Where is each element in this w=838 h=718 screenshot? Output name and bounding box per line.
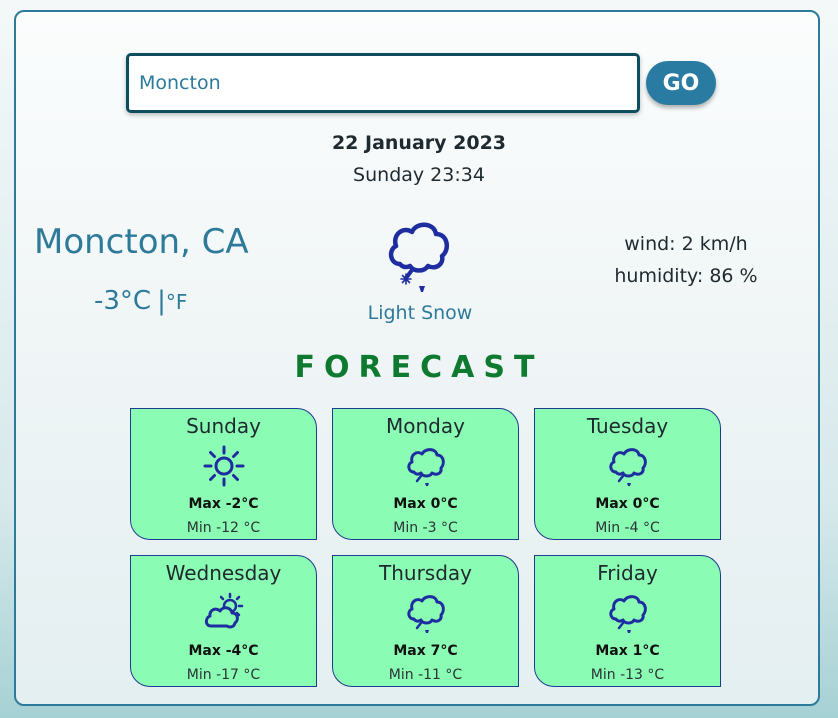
weather-card: GO 22 January 2023 Sunday 23:34 Moncton,… xyxy=(14,10,820,706)
city-search-input[interactable] xyxy=(126,53,640,113)
snow-cloud-icon xyxy=(609,448,647,486)
sun-icon xyxy=(203,445,245,487)
current-temperature: -3°C |°F xyxy=(94,286,187,316)
forecast-card-monday: Monday Max 0°C Min -3 °C xyxy=(332,408,519,540)
snow-cloud-icon xyxy=(407,595,445,633)
search-bar: GO xyxy=(126,53,726,113)
current-day-time: Sunday 23:34 xyxy=(353,164,485,186)
forecast-card-wednesday: Wednesday Max -4°C Min -17 °C xyxy=(130,555,317,687)
forecast-day: Wednesday xyxy=(165,561,282,585)
forecast-title: FORECAST xyxy=(294,350,544,385)
humidity: humidity: 86 % xyxy=(614,265,758,287)
forecast-day: Friday xyxy=(597,561,658,585)
forecast-day: Tuesday xyxy=(586,414,669,438)
wind-speed: wind: 2 km/h xyxy=(624,233,748,255)
forecast-max: Max 1°C xyxy=(595,643,660,659)
snow-cloud-icon xyxy=(407,448,445,486)
forecast-card-thursday: Thursday Max 7°C Min -11 °C xyxy=(332,555,519,687)
forecast-min: Min -4 °C xyxy=(595,520,660,536)
forecast-min: Min -11 °C xyxy=(388,667,463,683)
forecast-min: Min -17 °C xyxy=(186,667,261,683)
forecast-max: Max 7°C xyxy=(393,643,458,659)
forecast-min: Min -12 °C xyxy=(186,520,261,536)
forecast-day: Sunday xyxy=(186,414,261,438)
forecast-card-tuesday: Tuesday Max 0°C Min -4 °C xyxy=(534,408,721,540)
current-date: 22 January 2023 xyxy=(331,132,507,154)
snow-cloud-icon xyxy=(388,222,450,292)
unit-separator: | xyxy=(157,286,166,316)
temperature-value: -3°C xyxy=(94,286,152,316)
weather-condition: Light Snow xyxy=(367,302,473,324)
forecast-day: Thursday xyxy=(379,561,472,585)
forecast-min: Min -3 °C xyxy=(393,520,458,536)
snow-cloud-icon xyxy=(609,595,647,633)
partly-cloudy-icon xyxy=(204,592,244,629)
forecast-max: Max 0°C xyxy=(393,496,458,512)
forecast-max: Max -4°C xyxy=(188,643,259,659)
fahrenheit-toggle[interactable]: °F xyxy=(166,290,188,314)
forecast-day: Monday xyxy=(386,414,465,438)
forecast-card-friday: Friday Max 1°C Min -13 °C xyxy=(534,555,721,687)
forecast-min: Min -13 °C xyxy=(590,667,665,683)
forecast-max: Max -2°C xyxy=(188,496,259,512)
city-name: Moncton, CA xyxy=(34,222,249,262)
forecast-card-sunday: Sunday Max -2°C Min -12 °C xyxy=(130,408,317,540)
forecast-max: Max 0°C xyxy=(595,496,660,512)
go-button[interactable]: GO xyxy=(646,61,716,105)
